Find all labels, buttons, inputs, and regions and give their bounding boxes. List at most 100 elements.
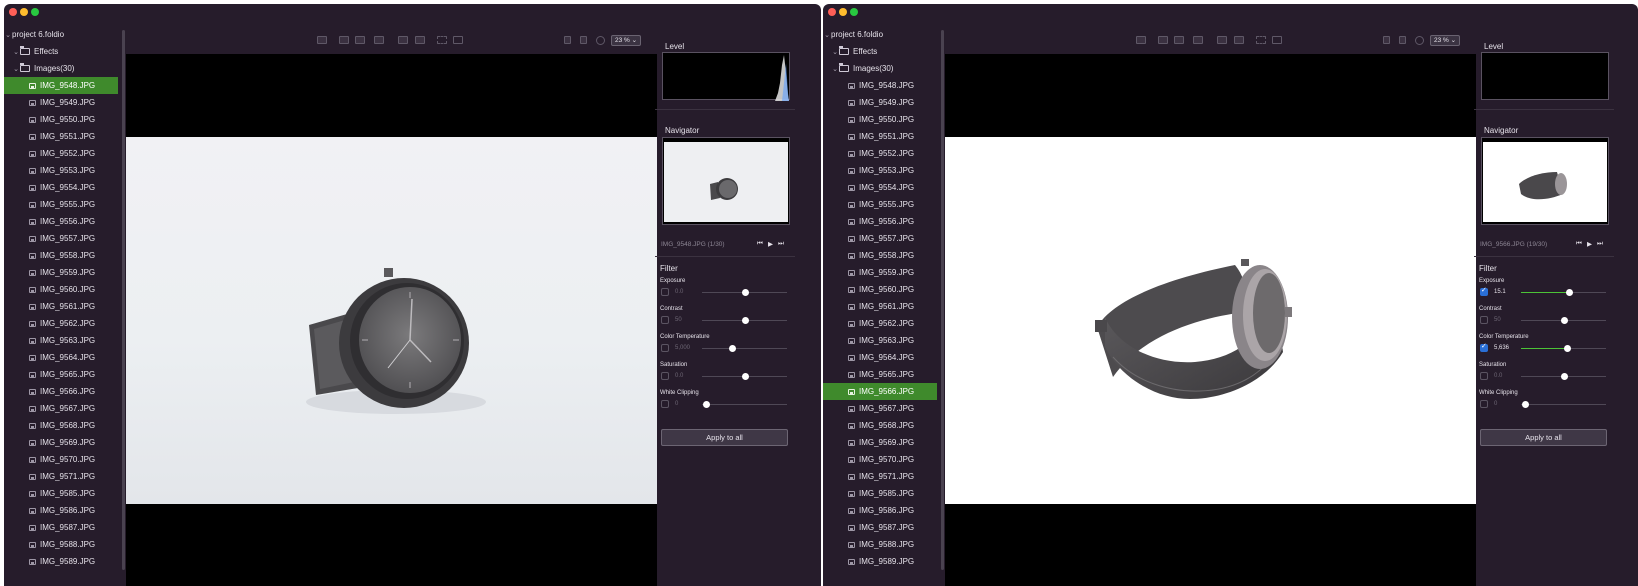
chevron-down-icon[interactable]: ⌄ <box>831 48 839 56</box>
last-image-icon[interactable]: ⏭ <box>778 240 784 248</box>
slider-knob[interactable] <box>703 401 711 408</box>
before-after-icon[interactable] <box>374 36 384 44</box>
file-list-item[interactable]: IMG_9552.JPG <box>4 145 118 162</box>
filter-slider[interactable] <box>702 289 787 296</box>
trash-icon[interactable] <box>1383 36 1390 44</box>
filter-enable-checkbox[interactable] <box>661 400 669 408</box>
file-list-item[interactable]: IMG_9561.JPG <box>823 298 937 315</box>
project-folder[interactable]: ⌄ project 6.foldio <box>823 26 937 43</box>
chevron-down-icon[interactable]: ⌄ <box>831 65 839 73</box>
file-list-item[interactable]: IMG_9559.JPG <box>823 264 937 281</box>
minimize-icon[interactable] <box>839 8 847 16</box>
images-folder[interactable]: ⌄ Images(30) <box>823 60 937 77</box>
file-list-item[interactable]: IMG_9568.JPG <box>4 417 118 434</box>
file-list-item[interactable]: IMG_9567.JPG <box>4 400 118 417</box>
apply-to-all-button[interactable]: Apply to all <box>661 429 788 446</box>
file-list-item[interactable]: IMG_9548.JPG <box>823 77 937 94</box>
file-list-item[interactable]: IMG_9585.JPG <box>823 485 937 502</box>
slider-knob[interactable] <box>1563 345 1571 352</box>
export-icon[interactable] <box>1272 36 1282 44</box>
file-list-item[interactable]: IMG_9553.JPG <box>4 162 118 179</box>
next-image-icon[interactable]: ▶ <box>768 240 773 248</box>
single-view-icon[interactable] <box>317 36 327 44</box>
file-list-item[interactable]: IMG_9556.JPG <box>4 213 118 230</box>
filter-slider[interactable] <box>1521 317 1606 324</box>
file-list-item[interactable]: IMG_9569.JPG <box>4 434 118 451</box>
filter-slider[interactable] <box>1521 373 1606 380</box>
slider-knob[interactable] <box>728 345 736 352</box>
compare-icon[interactable] <box>339 36 349 44</box>
zoom-window-icon[interactable] <box>850 8 858 16</box>
file-list-item[interactable]: IMG_9589.JPG <box>823 553 937 570</box>
zoom-select[interactable]: 23 % ⌄ <box>1430 35 1461 46</box>
crop-icon[interactable] <box>437 36 447 44</box>
image-canvas[interactable] <box>126 54 657 586</box>
file-list-item[interactable]: IMG_9566.JPG <box>4 383 118 400</box>
file-list-item[interactable]: IMG_9559.JPG <box>4 264 118 281</box>
effects-folder[interactable]: ⌄ Effects <box>823 43 937 60</box>
play-icon[interactable] <box>1415 36 1424 45</box>
grid-view-icon[interactable] <box>398 36 408 44</box>
export-icon[interactable] <box>453 36 463 44</box>
trash-icon[interactable] <box>564 36 571 44</box>
file-list-item[interactable]: IMG_9563.JPG <box>4 332 118 349</box>
copy-icon[interactable] <box>1399 36 1406 44</box>
file-list-item[interactable]: IMG_9557.JPG <box>823 230 937 247</box>
slider-knob[interactable] <box>1560 373 1568 380</box>
file-list-item[interactable]: IMG_9551.JPG <box>823 128 937 145</box>
filter-enable-checkbox[interactable] <box>661 316 669 324</box>
filter-slider[interactable] <box>702 373 787 380</box>
filter-enable-checkbox[interactable] <box>661 344 669 352</box>
slider-knob[interactable] <box>1565 289 1573 296</box>
file-list-item[interactable]: IMG_9554.JPG <box>823 179 937 196</box>
file-list-item[interactable]: IMG_9564.JPG <box>823 349 937 366</box>
file-list-item[interactable]: IMG_9585.JPG <box>4 485 118 502</box>
filter-slider[interactable] <box>702 317 787 324</box>
file-list-item[interactable]: IMG_9588.JPG <box>823 536 937 553</box>
close-icon[interactable] <box>828 8 836 16</box>
file-list-item[interactable]: IMG_9569.JPG <box>823 434 937 451</box>
file-list-item[interactable]: IMG_9552.JPG <box>823 145 937 162</box>
filter-slider[interactable] <box>1521 345 1606 352</box>
sidebar-scrollbar[interactable] <box>122 30 125 570</box>
navigator-preview[interactable] <box>662 137 790 225</box>
slider-knob[interactable] <box>1560 317 1568 324</box>
filter-enable-checkbox[interactable] <box>661 288 669 296</box>
filter-enable-checkbox[interactable] <box>661 372 669 380</box>
navigator-preview[interactable] <box>1481 137 1609 225</box>
close-icon[interactable] <box>9 8 17 16</box>
file-list-item[interactable]: IMG_9562.JPG <box>823 315 937 332</box>
file-list-item[interactable]: IMG_9551.JPG <box>4 128 118 145</box>
project-folder[interactable]: ⌄ project 6.foldio <box>4 26 118 43</box>
file-list-item[interactable]: IMG_9561.JPG <box>4 298 118 315</box>
zoom-select[interactable]: 23 % ⌄ <box>611 35 642 46</box>
effects-folder[interactable]: ⌄ Effects <box>4 43 118 60</box>
chevron-down-icon[interactable]: ⌄ <box>12 65 20 73</box>
file-list-item[interactable]: IMG_9567.JPG <box>823 400 937 417</box>
file-list-item[interactable]: IMG_9562.JPG <box>4 315 118 332</box>
filter-enable-checkbox[interactable] <box>1480 286 1488 296</box>
filter-slider[interactable] <box>1521 401 1606 408</box>
compare-icon[interactable] <box>1158 36 1168 44</box>
filter-slider[interactable] <box>702 345 787 352</box>
file-list-item[interactable]: IMG_9550.JPG <box>823 111 937 128</box>
sidebar-scrollbar[interactable] <box>941 30 944 570</box>
file-list-item[interactable]: IMG_9563.JPG <box>823 332 937 349</box>
file-list-item[interactable]: IMG_9565.JPG <box>823 366 937 383</box>
file-list-item[interactable]: IMG_9568.JPG <box>823 417 937 434</box>
file-list-item[interactable]: IMG_9554.JPG <box>4 179 118 196</box>
slider-knob[interactable] <box>741 373 749 380</box>
split-view-icon[interactable] <box>355 36 365 44</box>
next-image-icon[interactable]: ▶ <box>1587 240 1592 248</box>
slider-knob[interactable] <box>741 317 749 324</box>
filter-enable-checkbox[interactable] <box>1480 400 1488 408</box>
file-list-item[interactable]: IMG_9557.JPG <box>4 230 118 247</box>
grid-view-icon[interactable] <box>1217 36 1227 44</box>
file-list-item[interactable]: IMG_9550.JPG <box>4 111 118 128</box>
file-list-item[interactable]: IMG_9565.JPG <box>4 366 118 383</box>
filter-enable-checkbox[interactable] <box>1480 316 1488 324</box>
file-list-item[interactable]: IMG_9558.JPG <box>4 247 118 264</box>
file-list-item[interactable]: IMG_9560.JPG <box>823 281 937 298</box>
file-list-item[interactable]: IMG_9558.JPG <box>823 247 937 264</box>
file-list-item[interactable]: IMG_9548.JPG <box>4 77 118 94</box>
